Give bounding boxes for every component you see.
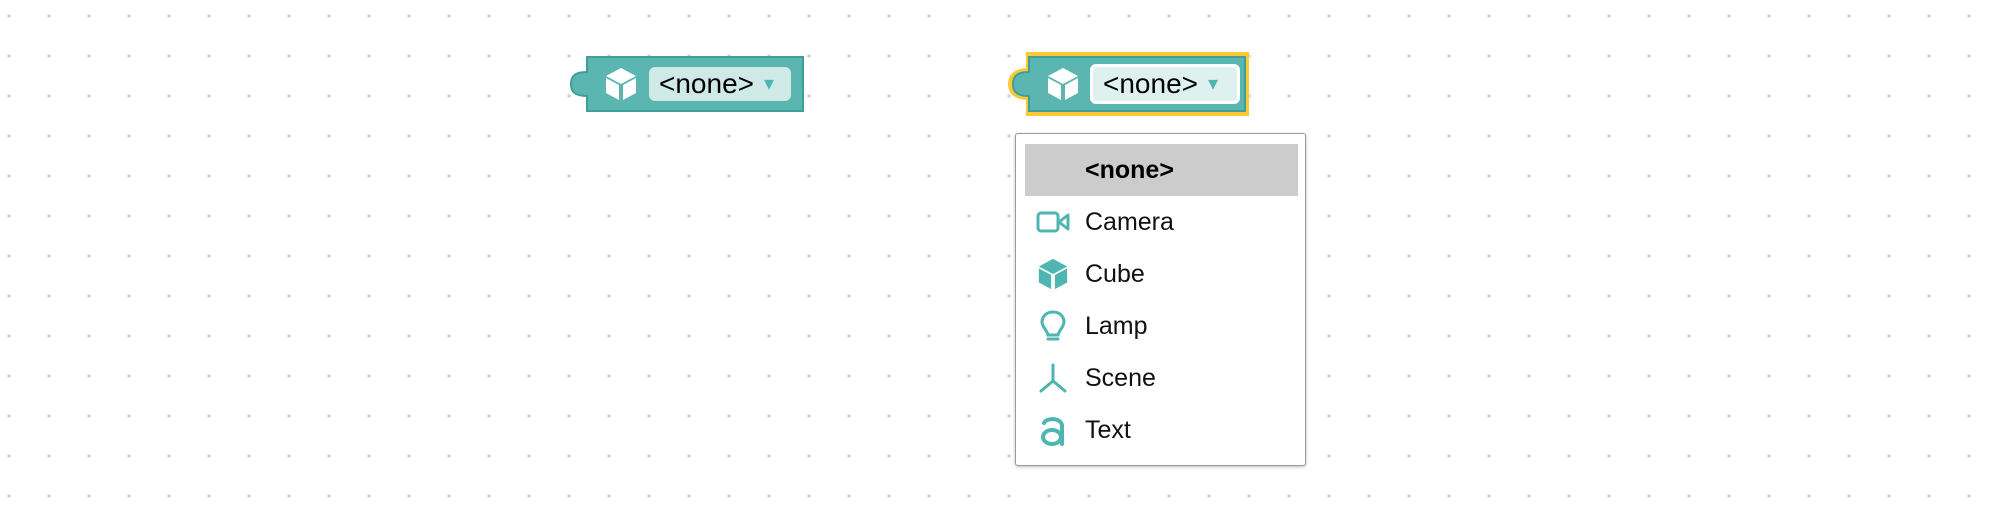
workspace-canvas[interactable]: <none> ▾ <none> ▾ <none> Camera Cube Lam… <box>0 0 2000 510</box>
cube-icon <box>1036 257 1070 291</box>
camera-icon <box>1036 205 1070 239</box>
dropdown-value: <none> <box>659 68 754 99</box>
cube-icon <box>1045 66 1081 102</box>
dropdown-arrow-icon: ▾ <box>1208 73 1219 95</box>
object-dropdown[interactable]: <none> ▾ <box>1090 64 1240 104</box>
menu-item-label: Camera <box>1085 208 1174 236</box>
cube-icon <box>603 66 639 102</box>
menu-item-lamp[interactable]: Lamp <box>1025 300 1298 352</box>
menu-item-label: Text <box>1085 416 1131 444</box>
menu-item-label: Cube <box>1085 260 1145 288</box>
menu-item-label: Lamp <box>1085 312 1148 340</box>
dropdown-value: <none> <box>1103 68 1198 99</box>
menu-item-text[interactable]: Text <box>1025 404 1298 456</box>
menu-item-scene[interactable]: Scene <box>1025 352 1298 404</box>
object-block[interactable]: <none> ▾ <box>565 56 805 112</box>
scene-icon <box>1036 361 1070 395</box>
object-block-selected[interactable]: <none> ▾ <box>1007 52 1249 116</box>
object-dropdown[interactable]: <none> ▾ <box>649 67 791 101</box>
menu-item-cube[interactable]: Cube <box>1025 248 1298 300</box>
text-icon <box>1036 413 1070 447</box>
menu-item-none[interactable]: <none> <box>1025 144 1298 196</box>
workspace-grid <box>7 14 1971 498</box>
dropdown-menu: <none> Camera Cube Lamp Scene Text <box>1015 133 1306 466</box>
dropdown-menu-list: <none> Camera Cube Lamp Scene Text <box>1025 144 1298 456</box>
menu-item-label: <none> <box>1085 156 1174 184</box>
dropdown-arrow-icon: ▾ <box>764 73 775 95</box>
menu-item-label: Scene <box>1085 364 1156 392</box>
menu-item-camera[interactable]: Camera <box>1025 196 1298 248</box>
lamp-icon <box>1036 309 1070 343</box>
